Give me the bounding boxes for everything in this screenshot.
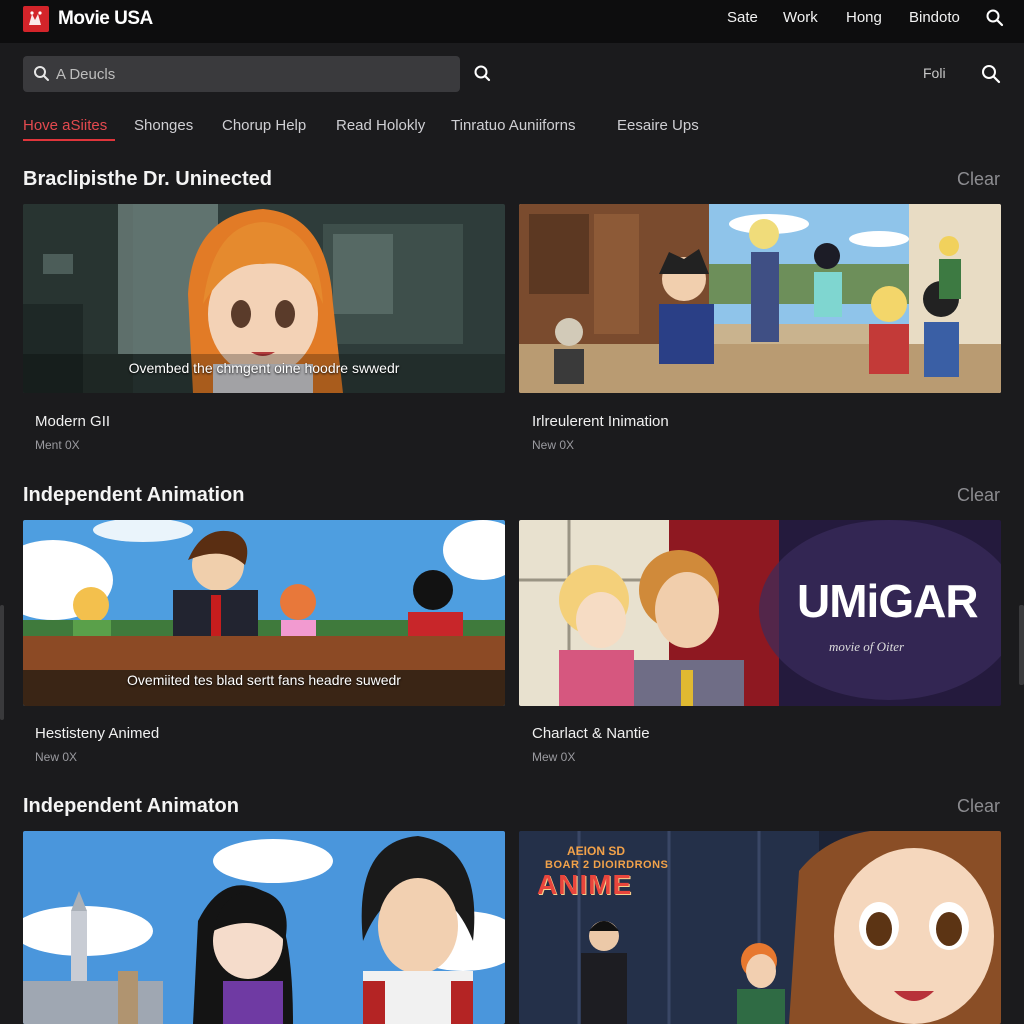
card-thumbnail[interactable]: Ovemiited tes blad sertt fans headre suw… bbox=[23, 520, 505, 706]
search-field[interactable] bbox=[23, 56, 460, 92]
poster-subtitle: movie of Oiter bbox=[829, 639, 905, 654]
poster-title: ANIME bbox=[537, 869, 633, 900]
search-submit-icon[interactable] bbox=[472, 63, 496, 85]
section-title: Independent Animation bbox=[23, 484, 245, 506]
clear-button[interactable]: Clear bbox=[957, 485, 1000, 506]
card-subtitle: Ment 0X bbox=[35, 438, 80, 452]
poster-title: UMiGAR bbox=[797, 575, 979, 627]
fold-label[interactable]: Foli bbox=[923, 65, 946, 81]
tab-tinratuo-auniiforns[interactable]: Tinratuo Auniiforns bbox=[451, 117, 576, 134]
clear-button[interactable]: Clear bbox=[957, 796, 1000, 817]
tab-chorup-help[interactable]: Chorup Help bbox=[222, 117, 306, 134]
section-title: Independent Animaton bbox=[23, 795, 239, 817]
tab-eesaire-ups[interactable]: Eesaire Ups bbox=[617, 117, 699, 134]
section-title: Braclipisthe Dr. Uninected bbox=[23, 168, 272, 190]
search-input[interactable] bbox=[56, 56, 451, 92]
card-thumbnail[interactable]: Ovembed the chmgent oine hoodre swwedr bbox=[23, 204, 505, 393]
card-subtitle: New 0X bbox=[35, 750, 78, 764]
anime-scene-image bbox=[519, 204, 1001, 393]
nav-item-sate[interactable]: Sate bbox=[727, 9, 758, 29]
tab-shonges[interactable]: Shonges bbox=[134, 117, 193, 134]
app-logo[interactable]: Movie USA bbox=[23, 6, 153, 32]
nav-item-work[interactable]: Work bbox=[783, 9, 818, 29]
card-subtitle: New 0X bbox=[532, 438, 575, 452]
nav-item-hong[interactable]: Hong bbox=[846, 9, 882, 29]
search-icon bbox=[33, 65, 51, 88]
scroll-handle[interactable] bbox=[0, 605, 4, 720]
card-title[interactable]: Charlact & Nantie bbox=[532, 725, 650, 742]
card-thumbnail[interactable]: UMiGAR movie of Oiter bbox=[519, 520, 1001, 706]
card-title[interactable]: Modern GII bbox=[35, 413, 110, 430]
tab-read-holokly[interactable]: Read Holokly bbox=[336, 117, 425, 134]
scrollbar[interactable] bbox=[1019, 605, 1024, 685]
active-tab-indicator bbox=[23, 139, 115, 141]
card-title[interactable]: Irlreulerent Inimation bbox=[532, 413, 669, 430]
top-bar: Movie USA Sate Work Hong Bindoto bbox=[0, 0, 1024, 43]
card-title[interactable]: Hestisteny Animed bbox=[35, 725, 159, 742]
card-thumbnail[interactable]: AEION SD BOAR 2 DIOIRDRONS ANIME bbox=[519, 831, 1001, 1024]
anime-scene-image bbox=[23, 831, 505, 1024]
logo-icon bbox=[23, 6, 49, 32]
app-title: Movie USA bbox=[58, 8, 153, 29]
card-overlay-text: Ovembed the chmgent oine hoodre swwedr bbox=[128, 360, 400, 376]
card-thumbnail[interactable] bbox=[519, 204, 1001, 393]
nav-item-bindoto[interactable]: Bindoto bbox=[909, 9, 960, 29]
search-icon[interactable] bbox=[980, 63, 1002, 85]
card-overlay-text: Ovemiited tes blad sertt fans headre suw… bbox=[127, 672, 401, 688]
search-icon[interactable] bbox=[985, 8, 1005, 28]
card-subtitle: Mew 0X bbox=[532, 750, 576, 764]
card-thumbnail[interactable] bbox=[23, 831, 505, 1024]
tab-hove-asiites[interactable]: Hove aSiites bbox=[23, 117, 107, 134]
clear-button[interactable]: Clear bbox=[957, 169, 1000, 190]
poster-kicker: AEION SD bbox=[567, 844, 626, 858]
